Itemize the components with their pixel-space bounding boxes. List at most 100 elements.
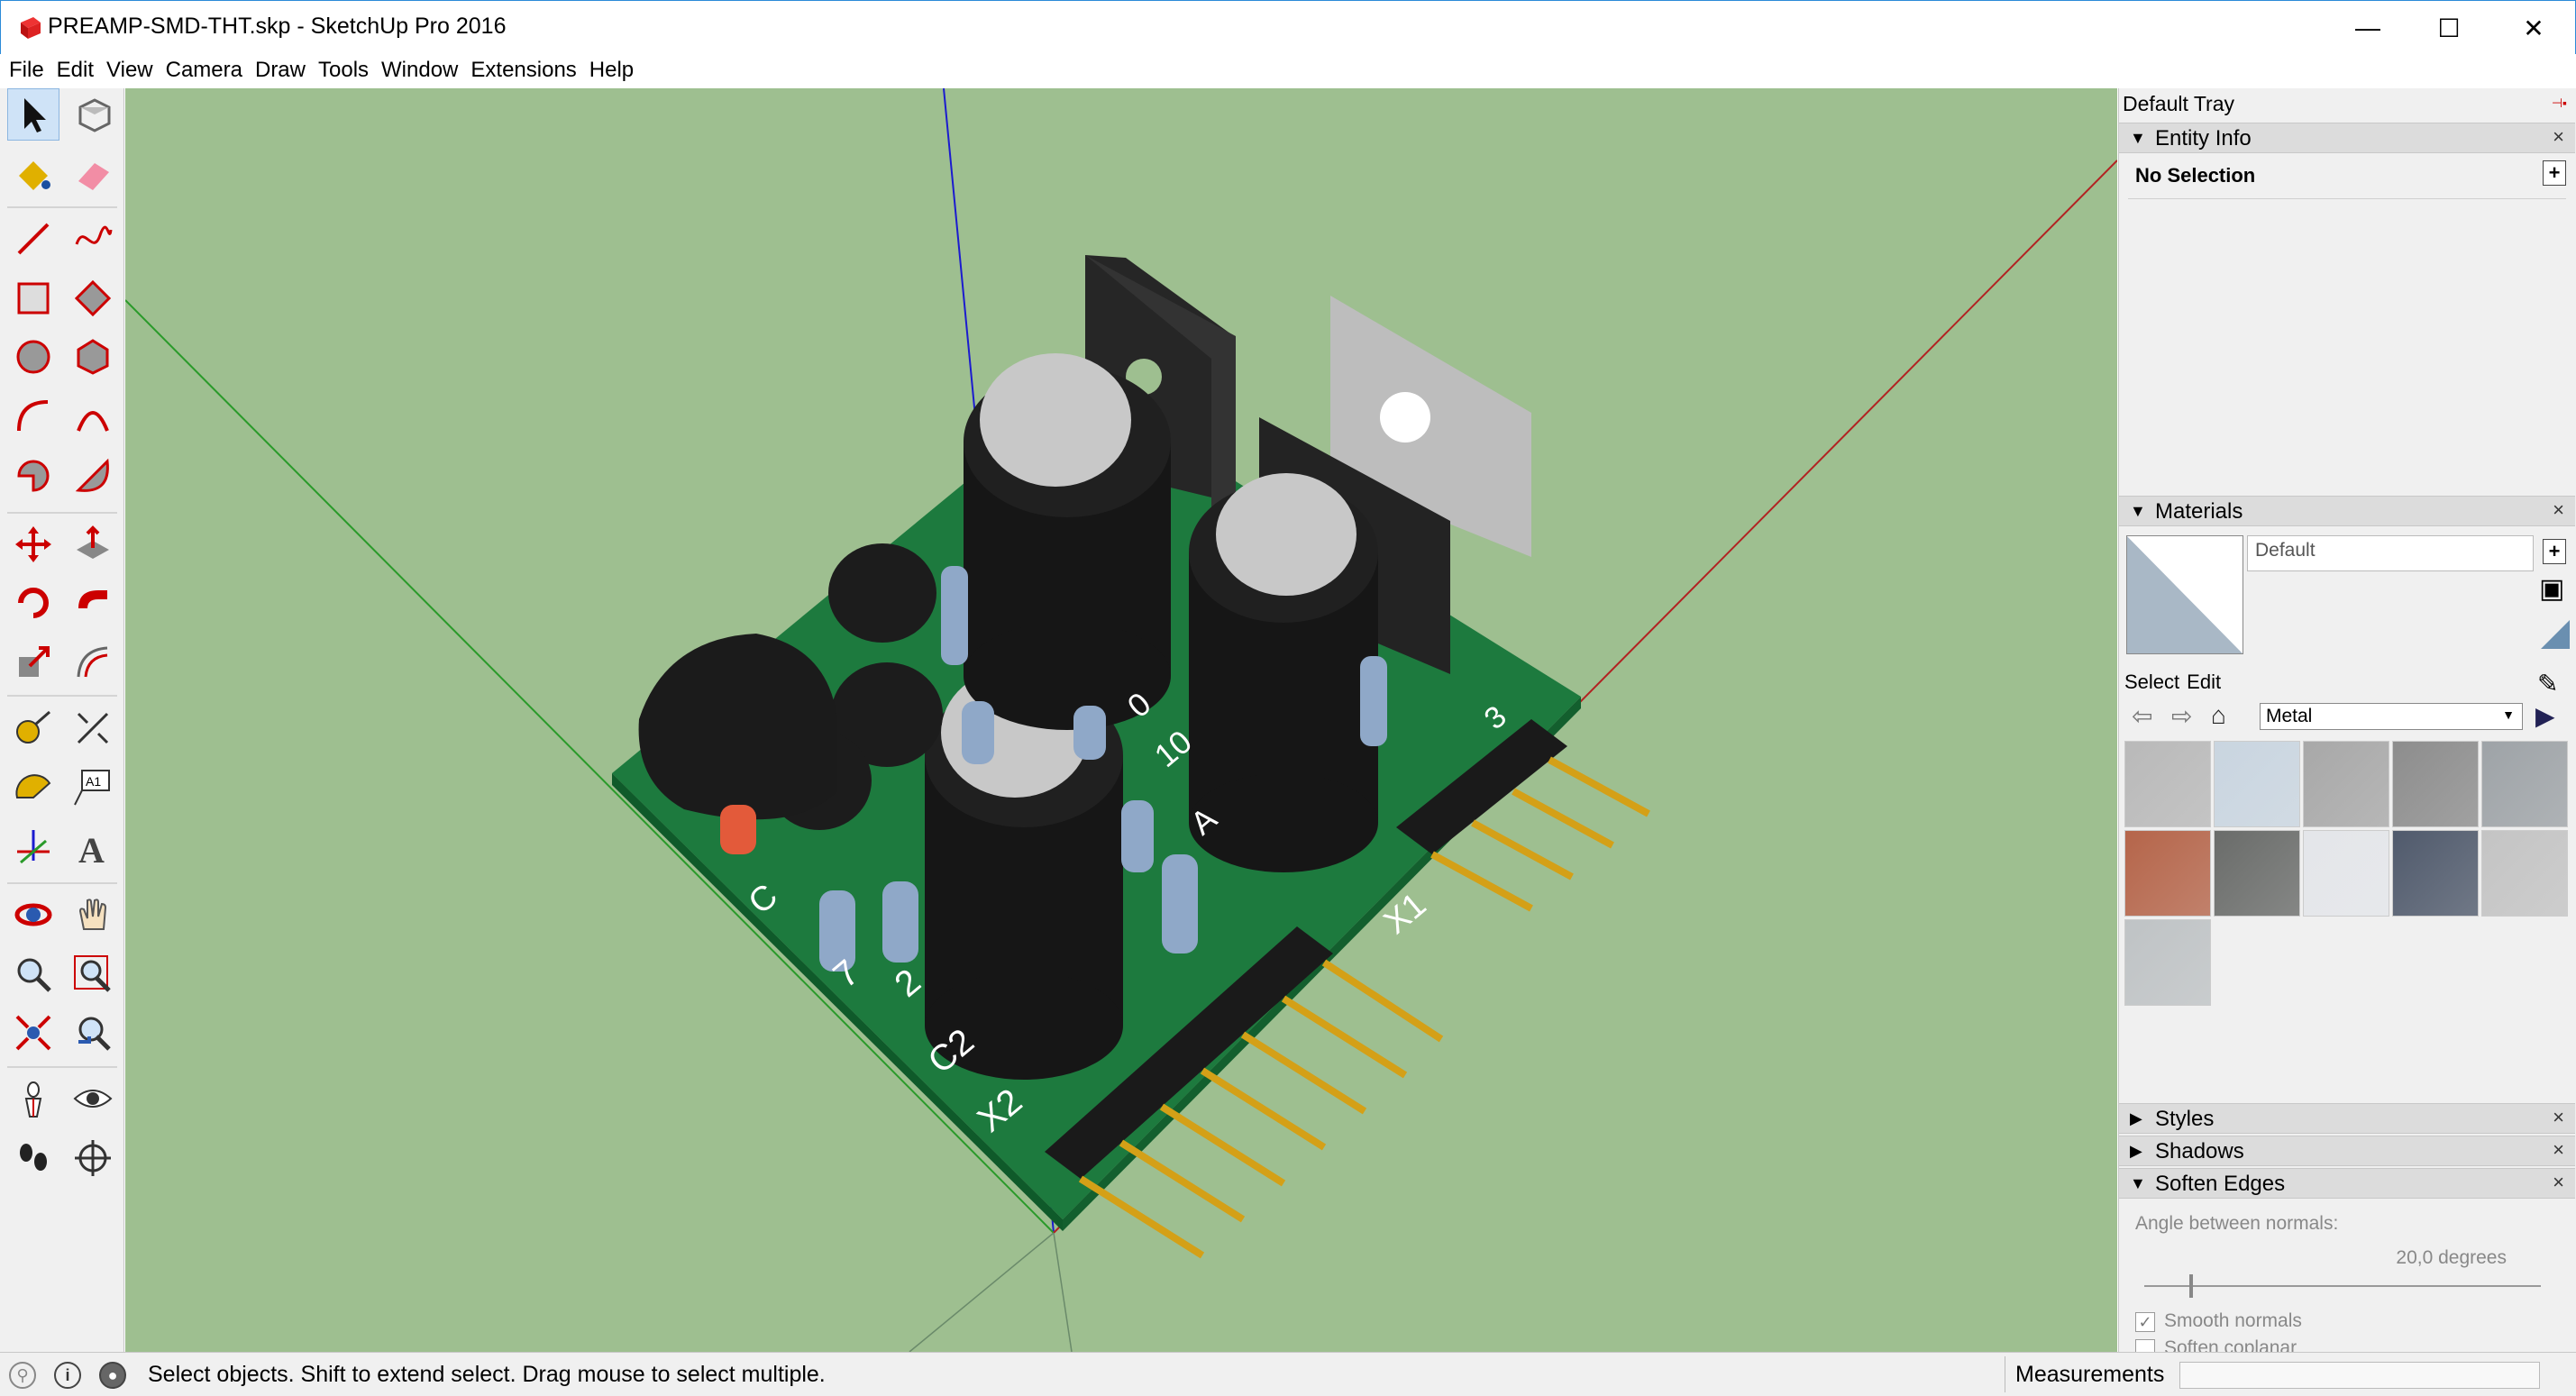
line-tool[interactable]: [7, 213, 59, 265]
freehand-tool[interactable]: [67, 213, 119, 265]
rotate-tool[interactable]: [7, 577, 59, 629]
material-swatch[interactable]: [2481, 830, 2568, 917]
material-swatch[interactable]: [2124, 919, 2211, 1006]
panel-shadows-header[interactable]: ▶ Shadows ×: [2119, 1136, 2575, 1166]
measurements-input[interactable]: [2179, 1362, 2540, 1389]
in-model-home-icon[interactable]: ⌂: [2211, 701, 2226, 730]
tray-pin-icon[interactable]: ⊣▪: [2552, 96, 2567, 111]
section-plane-icon: [75, 1139, 111, 1176]
expand-details-icon[interactable]: +: [2543, 160, 2566, 186]
menu-help[interactable]: Help: [588, 54, 641, 88]
material-swatch[interactable]: [2392, 830, 2479, 917]
status-bar: ⚲ i ● Select objects. Shift to extend se…: [0, 1352, 2576, 1396]
paint-bucket-tool[interactable]: [7, 148, 59, 200]
material-name-field[interactable]: Default: [2247, 535, 2534, 571]
close-panel-icon[interactable]: ×: [2553, 498, 2564, 522]
position-camera-tool[interactable]: [7, 1072, 59, 1125]
polygon-tool[interactable]: [67, 331, 119, 383]
position-camera-icon: [24, 1081, 42, 1118]
rotate-icon: [18, 588, 49, 619]
material-swatch[interactable]: [2124, 830, 2211, 917]
tab-edit[interactable]: Edit: [2187, 671, 2221, 693]
follow-me-tool[interactable]: [67, 577, 119, 629]
panel-soften-edges-header[interactable]: ▼ Soften Edges ×: [2119, 1168, 2575, 1199]
angle-slider-track[interactable]: [2144, 1285, 2541, 1287]
close-panel-icon[interactable]: ×: [2553, 1171, 2564, 1194]
move-tool[interactable]: [7, 518, 59, 570]
expand-down-icon: ▼: [2130, 129, 2146, 147]
menu-edit[interactable]: Edit: [55, 54, 101, 88]
angle-slider-thumb[interactable]: [2189, 1274, 2193, 1298]
pie-tool[interactable]: [7, 450, 59, 502]
panel-materials-header[interactable]: ▼ Materials ×: [2119, 496, 2575, 526]
menu-window[interactable]: Window: [379, 54, 465, 88]
select-tool[interactable]: [7, 88, 59, 141]
walk-icon: [20, 1143, 47, 1171]
pan-tool[interactable]: [67, 889, 119, 941]
model-viewport[interactable]: C 7 2 C2 X2 X1 3 10 0 A: [125, 88, 2117, 1352]
material-swatch[interactable]: [2214, 830, 2300, 917]
arc-2pt-tool[interactable]: [67, 450, 119, 502]
arc-tool[interactable]: [7, 390, 59, 443]
credits-info-icon[interactable]: i: [54, 1362, 81, 1389]
menu-file[interactable]: File: [7, 54, 51, 88]
menu-draw[interactable]: Draw: [253, 54, 313, 88]
forward-arrow-icon[interactable]: ⇨: [2171, 701, 2192, 731]
tab-select[interactable]: Select: [2124, 671, 2179, 693]
material-library-select[interactable]: Metal ▼: [2260, 703, 2523, 730]
expand-right-icon: ▶: [2130, 1109, 2142, 1127]
menu-view[interactable]: View: [105, 54, 160, 88]
make-component-tool[interactable]: [67, 88, 119, 141]
orbit-tool[interactable]: [7, 889, 59, 941]
offset-tool[interactable]: [67, 636, 119, 689]
material-swatch[interactable]: [2481, 741, 2568, 827]
zoom-window-tool[interactable]: [67, 948, 119, 1000]
details-menu-icon[interactable]: ▶: [2535, 701, 2555, 731]
protractor-tool[interactable]: [7, 761, 59, 813]
scale-tool[interactable]: [7, 636, 59, 689]
previous-view-tool[interactable]: [67, 1007, 119, 1059]
user-account-icon[interactable]: ●: [99, 1362, 126, 1389]
close-panel-icon[interactable]: ×: [2553, 1106, 2564, 1129]
eraser-tool[interactable]: [67, 148, 119, 200]
panel-entity-info-header[interactable]: ▼ Entity Info ×: [2119, 123, 2575, 153]
look-around-tool[interactable]: [67, 1072, 119, 1125]
material-swatch[interactable]: [2124, 741, 2211, 827]
back-arrow-icon[interactable]: ⇦: [2132, 701, 2152, 731]
text-tool[interactable]: A1: [67, 761, 119, 813]
walk-tool[interactable]: [7, 1132, 59, 1184]
capacitor-c3: [1189, 473, 1378, 872]
display-secondary-pane-icon[interactable]: [2537, 616, 2573, 652]
menu-extensions[interactable]: Extensions: [469, 54, 583, 88]
3d-text-tool[interactable]: A: [67, 820, 119, 872]
material-swatch[interactable]: [2303, 830, 2389, 917]
tape-measure-tool[interactable]: [7, 702, 59, 754]
push-pull-tool[interactable]: [67, 518, 119, 570]
panel-styles-header[interactable]: ▶ Styles ×: [2119, 1103, 2575, 1134]
close-panel-icon[interactable]: ×: [2553, 1138, 2564, 1162]
axes-tool[interactable]: [7, 820, 59, 872]
circle-tool[interactable]: [7, 331, 59, 383]
material-swatch[interactable]: [2214, 741, 2300, 827]
material-swatch[interactable]: [2392, 741, 2479, 827]
close-panel-icon[interactable]: ×: [2553, 125, 2564, 149]
geolocation-icon[interactable]: ⚲: [9, 1362, 36, 1389]
section-plane-tool[interactable]: [67, 1132, 119, 1184]
zoom-tool[interactable]: [7, 948, 59, 1000]
sample-paint-icon[interactable]: ✎: [2537, 669, 2558, 698]
material-swatch[interactable]: [2303, 741, 2389, 827]
maximize-button[interactable]: ☐: [2406, 1, 2492, 55]
minimize-button[interactable]: —: [2325, 1, 2411, 55]
dimension-tool[interactable]: [67, 702, 119, 754]
close-button[interactable]: ✕: [2490, 1, 2576, 55]
smooth-normals-checkbox[interactable]: ✓: [2135, 1312, 2155, 1332]
material-sample-icon[interactable]: ▣: [2539, 573, 2564, 605]
menu-tools[interactable]: Tools: [316, 54, 376, 88]
menu-camera[interactable]: Camera: [164, 54, 250, 88]
smooth-normals-label: Smooth normals: [2164, 1310, 2302, 1331]
arc-3pt-tool[interactable]: [67, 390, 119, 443]
rectangle-tool[interactable]: [7, 272, 59, 324]
create-material-icon[interactable]: +: [2543, 539, 2566, 564]
rotated-rectangle-tool[interactable]: [67, 272, 119, 324]
zoom-extents-tool[interactable]: [7, 1007, 59, 1059]
